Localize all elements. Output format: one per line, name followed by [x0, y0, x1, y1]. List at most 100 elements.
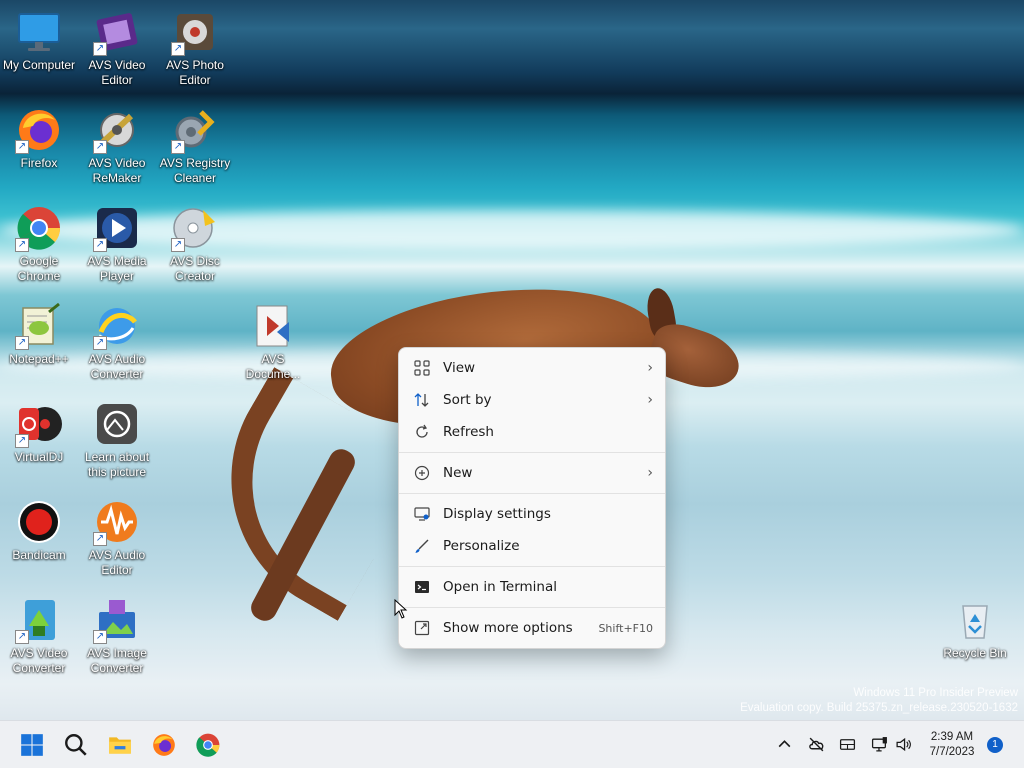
- shortcut-arrow-icon: ↗: [93, 140, 107, 154]
- display-icon: [413, 505, 431, 523]
- onedrive-tray-button[interactable]: [805, 733, 827, 755]
- plus-circle-icon: [413, 464, 431, 482]
- taskbar-clock[interactable]: 2:39 AM 7/7/2023: [920, 730, 984, 760]
- menu-item-label: New: [443, 465, 473, 481]
- notification-badge[interactable]: 1: [987, 737, 1003, 753]
- show-hidden-icons-button[interactable]: [773, 733, 795, 755]
- grid-icon: [413, 359, 431, 377]
- desktop-icon-bandicam[interactable]: Bandicam: [1, 494, 77, 563]
- watermark-line: Evaluation copy. Build 25375.zn_release.…: [740, 702, 1018, 714]
- photo-editor-icon: ↗: [171, 8, 219, 56]
- menu-item-shortcut: Shift+F10: [598, 621, 653, 635]
- desktop-icon-learn-about-this-picture[interactable]: Learn about this picture: [79, 396, 155, 480]
- video-converter-icon: ↗: [15, 596, 63, 644]
- desktop-icon-avs-video-converter[interactable]: ↗ AVS Video Converter: [1, 592, 77, 676]
- volume-tray-button[interactable]: [892, 733, 914, 755]
- desktop-icon-avs-document-converter[interactable]: AVS Docume...: [235, 298, 311, 382]
- audio-editor-icon: ↗: [93, 498, 141, 546]
- menu-item-label: Sort by: [443, 392, 492, 408]
- shortcut-arrow-icon: ↗: [93, 630, 107, 644]
- film-icon: ↗: [93, 8, 141, 56]
- desktop-icon-label: AVS Video ReMaker: [88, 156, 146, 185]
- desktop-icon-recycle-bin[interactable]: Recycle Bin: [937, 592, 1013, 661]
- taskbar-file-explorer-button[interactable]: [104, 729, 136, 761]
- search-icon: [65, 734, 87, 756]
- record-icon: [15, 498, 63, 546]
- shortcut-arrow-icon: ↗: [171, 42, 185, 56]
- desktop-icon-label: AVS Registry Cleaner: [159, 156, 231, 185]
- network-icon: [871, 736, 887, 752]
- desktop-icon-avs-image-converter[interactable]: ↗ AVS Image Converter: [79, 592, 155, 676]
- terminal-icon: [413, 578, 431, 596]
- desktop-icon-label: My Computer: [2, 58, 76, 72]
- shortcut-arrow-icon: ↗: [15, 140, 29, 154]
- desktop-icon-label: AVS Photo Editor: [166, 58, 224, 87]
- desktop-icon-label: VirtualDJ: [14, 450, 64, 464]
- disc-icon: ↗: [171, 204, 219, 252]
- menu-item-personalize[interactable]: Personalize: [399, 530, 665, 562]
- network-tray-button[interactable]: [868, 733, 890, 755]
- taskbar-chrome-button[interactable]: [192, 729, 224, 761]
- desktop-icon-google-chrome[interactable]: ↗ Google Chrome: [1, 200, 77, 284]
- menu-separator: [399, 493, 665, 494]
- menu-item-sort-by[interactable]: Sort by ›: [399, 384, 665, 416]
- menu-item-show-more-options[interactable]: Show more options Shift+F10: [399, 612, 665, 644]
- keyboard-icon: [839, 738, 855, 750]
- cloud-offline-icon: [808, 737, 823, 751]
- desktop-icon-label: Firefox: [20, 156, 58, 170]
- desktop-icon-label: Learn about this picture: [84, 450, 150, 479]
- menu-item-label: Personalize: [443, 538, 520, 554]
- file-explorer-icon: [109, 737, 131, 754]
- sort-icon: [413, 391, 431, 409]
- start-button[interactable]: [16, 729, 48, 761]
- desktop-icon-my-computer[interactable]: My Computer: [1, 4, 77, 73]
- desktop-icon-virtualdj[interactable]: ↗ VirtualDJ: [1, 396, 77, 465]
- taskbar-firefox-button[interactable]: [148, 729, 180, 761]
- desktop-icon-avs-disc-creator[interactable]: ↗ AVS Disc Creator: [157, 200, 233, 284]
- desktop-icon-label: Google Chrome: [17, 254, 61, 283]
- clock-date: 7/7/2023: [929, 746, 975, 758]
- desktop-icon-label: AVS Video Editor: [88, 58, 146, 87]
- tablet-mode-tray-button[interactable]: [836, 733, 858, 755]
- camera-icon: [93, 400, 141, 448]
- desktop-icon-avs-audio-converter[interactable]: ↗ AVS Audio Converter: [79, 298, 155, 382]
- shortcut-arrow-icon: ↗: [15, 336, 29, 350]
- desktop-icon-firefox[interactable]: ↗ Firefox: [1, 102, 77, 171]
- desktop-icon-notepad-plus-plus[interactable]: ↗ Notepad++: [1, 298, 77, 367]
- desktop-icon-label: AVS Audio Converter: [88, 352, 146, 381]
- media-player-icon: ↗: [93, 204, 141, 252]
- registry-icon: ↗: [171, 106, 219, 154]
- shortcut-arrow-icon: ↗: [93, 42, 107, 56]
- desktop-icon-avs-photo-editor[interactable]: ↗ AVS Photo Editor: [157, 4, 233, 88]
- menu-item-new[interactable]: New ›: [399, 457, 665, 489]
- chevron-up-icon: [778, 739, 790, 747]
- desktop-icon-avs-video-remaker[interactable]: ↗ AVS Video ReMaker: [79, 102, 155, 186]
- shortcut-arrow-icon: ↗: [171, 238, 185, 252]
- image-converter-icon: ↗: [93, 596, 141, 644]
- shortcut-arrow-icon: ↗: [15, 434, 29, 448]
- desktop-icon-label: AVS Image Converter: [87, 646, 147, 675]
- remaker-icon: ↗: [93, 106, 141, 154]
- chrome-icon: [196, 733, 220, 757]
- desktop-icon-avs-registry-cleaner[interactable]: ↗ AVS Registry Cleaner: [157, 102, 233, 186]
- taskbar-search-button[interactable]: [60, 729, 92, 761]
- recycle-bin-icon: [951, 596, 999, 644]
- menu-separator: [399, 607, 665, 608]
- menu-item-refresh[interactable]: Refresh: [399, 416, 665, 448]
- taskbar: 2:39 AM 7/7/2023 1: [0, 720, 1024, 768]
- mouse-cursor-icon: [394, 599, 408, 619]
- desktop-icon-avs-audio-editor[interactable]: ↗ AVS Audio Editor: [79, 494, 155, 578]
- desktop-icon-avs-video-editor[interactable]: ↗ AVS Video Editor: [79, 4, 155, 88]
- menu-item-display-settings[interactable]: Display settings: [399, 498, 665, 530]
- audio-converter-icon: ↗: [93, 302, 141, 350]
- desktop-icon-label: Notepad++: [9, 352, 69, 366]
- desktop-icon-avs-media-player[interactable]: ↗ AVS Media Player: [79, 200, 155, 284]
- desktop-icon-label: AVS Media Player: [87, 254, 147, 283]
- desktop-icon-label: Recycle Bin: [943, 646, 1007, 660]
- menu-item-open-in-terminal[interactable]: Open in Terminal: [399, 571, 665, 603]
- chevron-right-icon: ›: [647, 465, 653, 481]
- shortcut-arrow-icon: ↗: [93, 532, 107, 546]
- menu-item-view[interactable]: View ›: [399, 352, 665, 384]
- shortcut-arrow-icon: ↗: [15, 630, 29, 644]
- more-options-icon: [413, 619, 431, 637]
